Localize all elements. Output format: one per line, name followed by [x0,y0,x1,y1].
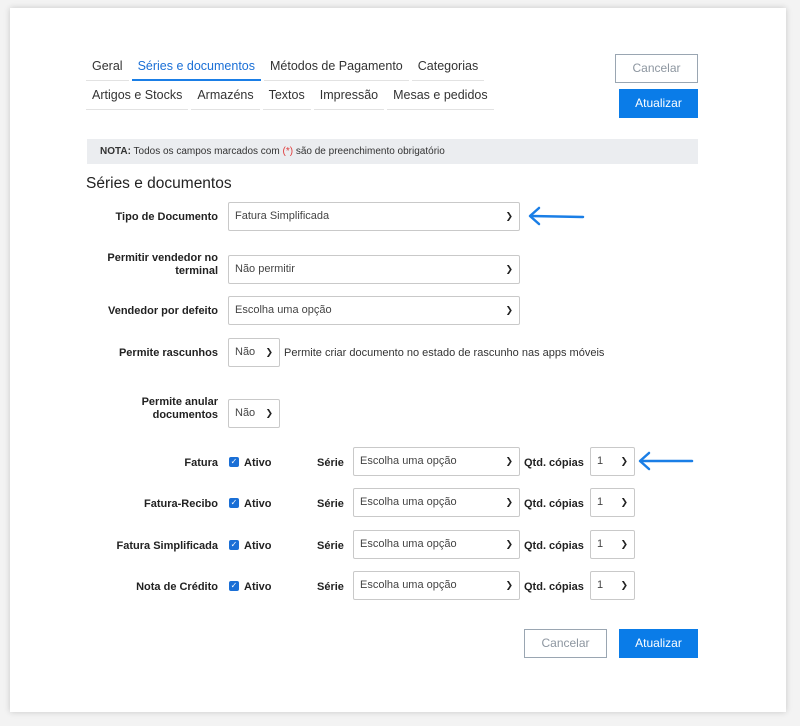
doc-name-fatura-simplificada: Fatura Simplificada [116,540,218,552]
copies-select-fatura-recibo[interactable]: 1 ❯ [590,488,635,517]
arrow-left-icon [528,206,585,226]
tab-armazens[interactable]: Armazéns [191,82,260,110]
copies-value: 1 [597,455,604,467]
serie-select-fatura-simplificada[interactable]: Escolha uma opção ❯ [353,530,520,559]
chevron-down-icon: ❯ [505,539,513,549]
doc-name-fatura-recibo: Fatura-Recibo [144,498,218,510]
vendedor-defeito-select[interactable]: Escolha uma opção ❯ [228,296,520,325]
copies-select-fatura-simplificada[interactable]: 1 ❯ [590,530,635,559]
note-text-after: são de preenchimento obrigatório [293,146,445,157]
tipo-documento-select[interactable]: Fatura Simplificada ❯ [228,202,520,231]
serie-value: Escolha uma opção [360,496,457,508]
permite-anular-label: Permite anular documentos [141,396,218,421]
copies-label: Qtd. cópias [524,457,584,469]
tipo-documento-value: Fatura Simplificada [235,210,330,222]
permitir-vendedor-value: Não permitir [235,263,295,275]
ativo-label: Ativo [244,540,272,552]
doc-name-fatura: Fatura [184,457,218,469]
serie-label: Série [317,457,344,469]
vendedor-defeito-label: Vendedor por defeito [107,305,218,317]
serie-value: Escolha uma opção [360,579,457,591]
permite-anular-value: Não [235,407,256,419]
tabs-row-2: Artigos e Stocks Armazéns Textos Impress… [86,82,497,110]
copies-select-nota-credito[interactable]: 1 ❯ [590,571,635,600]
serie-value: Escolha uma opção [360,538,457,550]
permitir-vendedor-label: Permitir vendedor no terminal [107,252,218,277]
update-button-top[interactable]: Atualizar [619,89,698,118]
permitir-vendedor-select[interactable]: Não permitir ❯ [228,255,520,284]
copies-select-fatura[interactable]: 1 ❯ [590,447,635,476]
chevron-down-icon: ❯ [620,580,628,590]
permite-rascunhos-value: Não [235,346,256,358]
tab-textos[interactable]: Textos [262,82,311,110]
update-button-bottom[interactable]: Atualizar [619,629,698,658]
chevron-down-icon: ❯ [505,497,513,507]
required-marker: (*) [282,146,294,157]
chevron-down-icon: ❯ [620,456,628,466]
chevron-down-icon: ❯ [505,264,513,274]
checkbox-checked-icon[interactable]: ✓ [229,581,239,591]
tab-geral[interactable]: Geral [86,53,129,81]
tab-mesas-pedidos[interactable]: Mesas e pedidos [387,82,494,110]
serie-select-fatura-recibo[interactable]: Escolha uma opção ❯ [353,488,520,517]
checkbox-checked-icon[interactable]: ✓ [229,498,239,508]
ativo-label: Ativo [244,457,272,469]
tab-categorias[interactable]: Categorias [411,53,485,81]
serie-value: Escolha uma opção [360,455,457,467]
note-prefix: NOTA: [100,146,131,157]
tab-series-documentos[interactable]: Séries e documentos [131,53,262,81]
doc-name-nota-credito: Nota de Crédito [136,581,218,593]
ativo-label: Ativo [244,581,272,593]
copies-value: 1 [597,538,604,550]
permite-rascunhos-select[interactable]: Não ❯ [228,338,280,367]
copies-label: Qtd. cópias [524,498,584,510]
permite-anular-select[interactable]: Não ❯ [228,399,280,428]
serie-select-nota-credito[interactable]: Escolha uma opção ❯ [353,571,520,600]
permite-rascunhos-hint: Permite criar documento no estado de ras… [284,347,605,359]
chevron-down-icon: ❯ [505,456,513,466]
serie-label: Série [317,540,344,552]
tipo-documento-label: Tipo de Documento [115,211,218,223]
ativo-label: Ativo [244,498,272,510]
serie-label: Série [317,581,344,593]
vendedor-defeito-value: Escolha uma opção [235,304,332,316]
chevron-down-icon: ❯ [265,347,273,357]
copies-label: Qtd. cópias [524,540,584,552]
tab-metodos-pagamento[interactable]: Métodos de Pagamento [264,53,409,81]
arrow-left-icon [638,451,694,471]
serie-label: Série [317,498,344,510]
cancel-button-bottom[interactable]: Cancelar [524,629,607,658]
serie-select-fatura[interactable]: Escolha uma opção ❯ [353,447,520,476]
chevron-down-icon: ❯ [265,408,273,418]
chevron-down-icon: ❯ [505,211,513,221]
copies-label: Qtd. cópias [524,581,584,593]
tabs-row-1: Geral Séries e documentos Métodos de Pag… [86,53,487,81]
chevron-down-icon: ❯ [505,305,513,315]
section-title: Séries e documentos [86,175,232,192]
copies-value: 1 [597,496,604,508]
tab-impressao[interactable]: Impressão [313,82,385,110]
chevron-down-icon: ❯ [620,497,628,507]
checkbox-checked-icon[interactable]: ✓ [229,457,239,467]
tab-artigos-stocks[interactable]: Artigos e Stocks [86,82,189,110]
required-fields-note: NOTA: Todos os campos marcados com (*) s… [87,139,698,164]
checkbox-checked-icon[interactable]: ✓ [229,540,239,550]
chevron-down-icon: ❯ [620,539,628,549]
note-text-before: Todos os campos marcados com [130,146,283,157]
chevron-down-icon: ❯ [505,580,513,590]
copies-value: 1 [597,579,604,591]
cancel-button-top[interactable]: Cancelar [615,54,698,83]
permite-rascunhos-label: Permite rascunhos [118,347,218,359]
